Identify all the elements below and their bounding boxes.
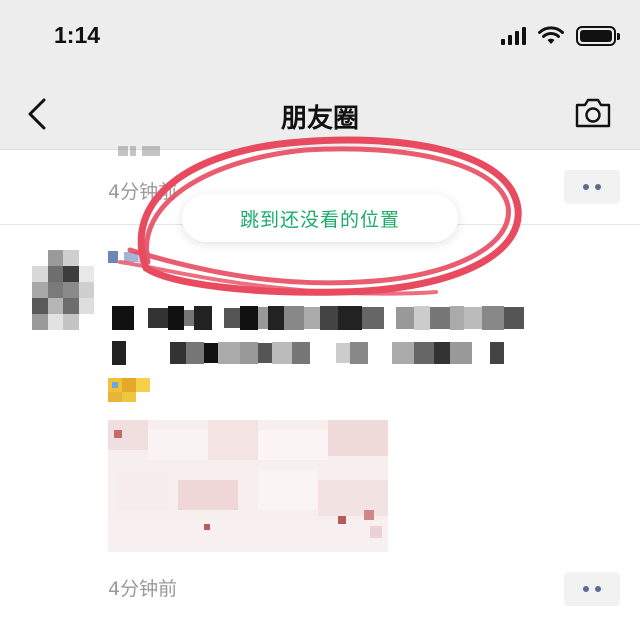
wifi-icon <box>538 26 564 44</box>
more-button[interactable] <box>564 572 620 606</box>
camera-icon[interactable] <box>574 96 612 130</box>
more-button[interactable] <box>564 170 620 204</box>
post-time: 4分钟前 <box>108 181 178 203</box>
emoji-icon <box>108 378 150 402</box>
ellipsis-icon <box>583 184 589 190</box>
battery-icon <box>576 26 620 46</box>
status-bar: 1:14 <box>0 0 640 80</box>
post-photo[interactable] <box>108 420 388 552</box>
jump-to-unread-button[interactable]: 跳到还没看的位置 <box>182 194 458 242</box>
status-time: 1:14 <box>54 22 101 48</box>
pixelated-post-text <box>112 340 504 366</box>
pixelated-text <box>108 146 168 158</box>
pixelated-username[interactable] <box>108 250 150 264</box>
pixelated-post-text <box>112 304 524 332</box>
avatar[interactable] <box>32 250 94 330</box>
page-title: 朋友圈 <box>280 104 359 134</box>
status-icons <box>501 26 620 46</box>
nav-bar: 朋友圈 <box>0 80 640 150</box>
ellipsis-icon <box>583 586 589 592</box>
cellular-signal-icon <box>501 27 526 45</box>
jump-to-unread-label: 跳到还没看的位置 <box>239 208 400 231</box>
post-time: 4分钟前 <box>108 578 178 600</box>
